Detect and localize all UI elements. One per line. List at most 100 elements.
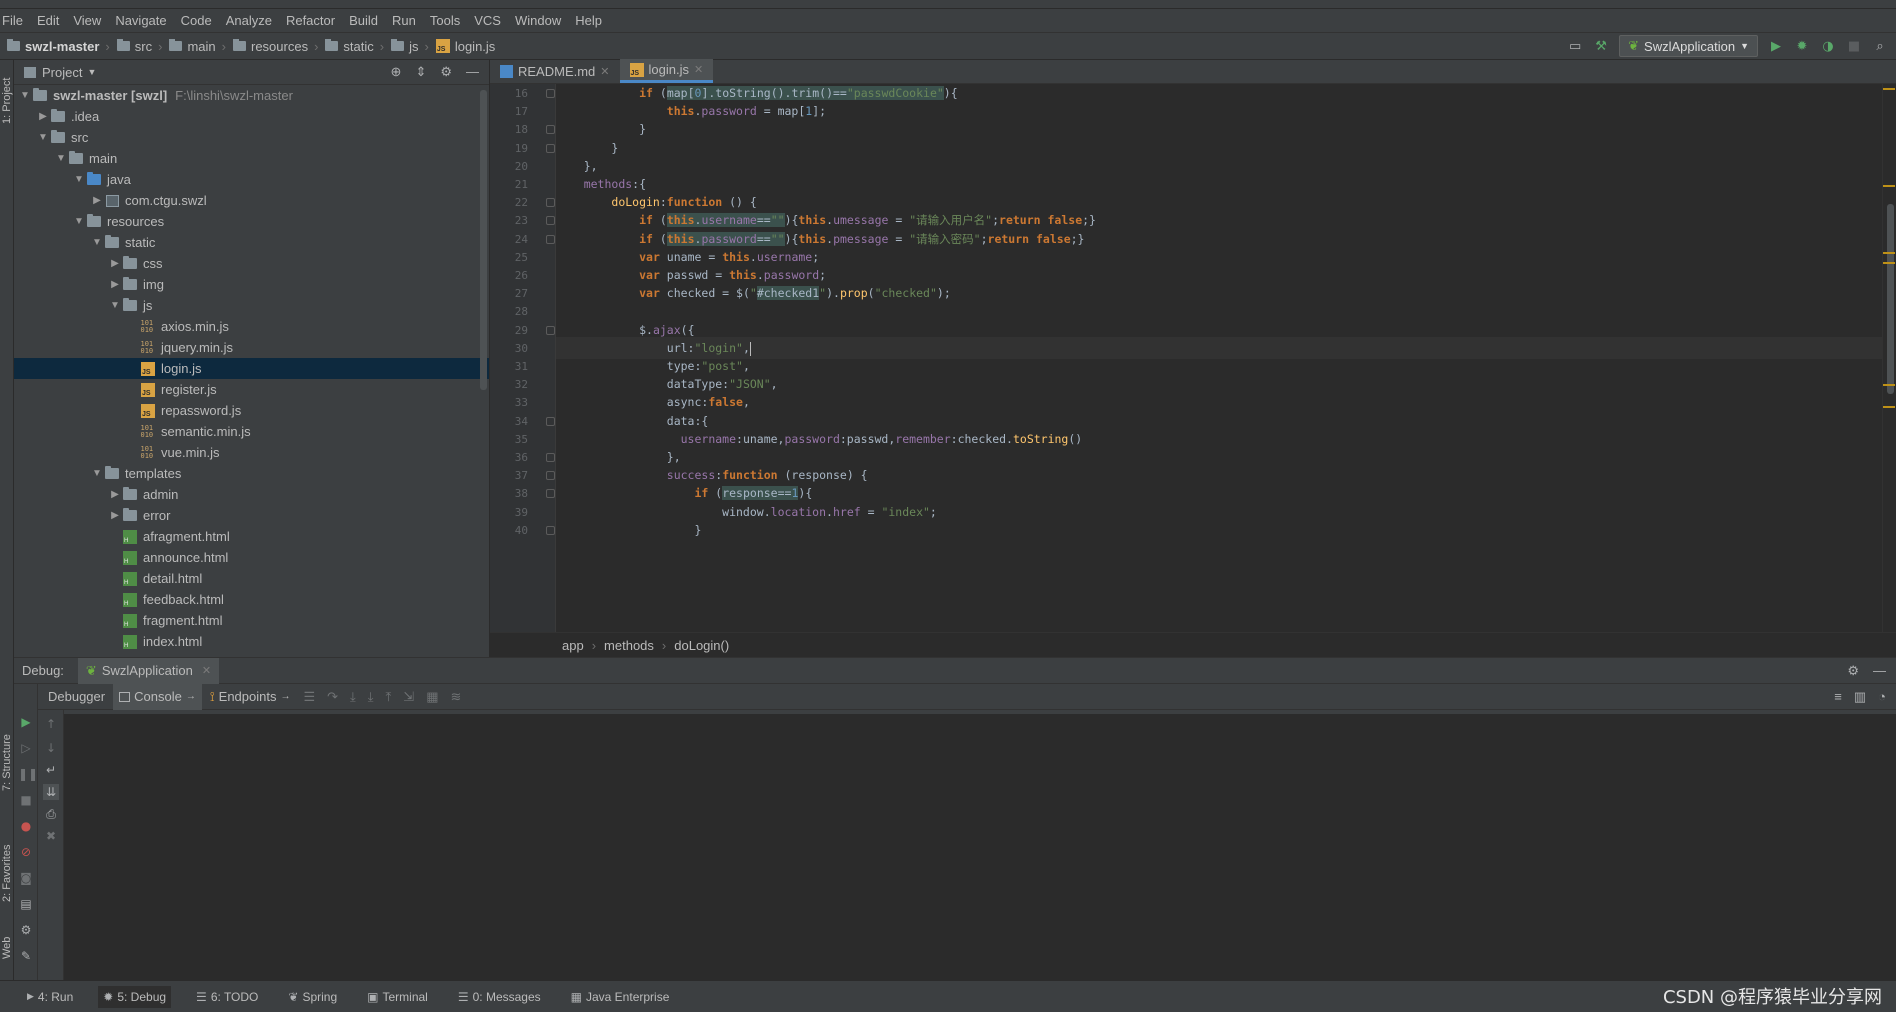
error-stripe-mark[interactable] bbox=[1883, 185, 1895, 187]
breadcrumb-file[interactable]: JS login.js bbox=[429, 39, 495, 54]
tab-login-js[interactable]: JS login.js ✕ bbox=[619, 59, 714, 83]
fold-marker-icon[interactable] bbox=[546, 144, 555, 153]
error-stripe-mark[interactable] bbox=[1883, 406, 1895, 408]
tool-debug[interactable]: ✹ 5: Debug bbox=[98, 985, 172, 1008]
tree-item[interactable]: Hindex.html bbox=[14, 631, 489, 652]
tree-item[interactable]: ▼ main bbox=[14, 148, 489, 169]
breadcrumb-project[interactable]: swzl-master › bbox=[0, 39, 110, 54]
console-output[interactable] bbox=[64, 714, 1896, 980]
menu-run[interactable]: Run bbox=[385, 13, 423, 28]
menu-build[interactable]: Build bbox=[342, 13, 385, 28]
chevron-right-icon[interactable]: ▶ bbox=[108, 279, 122, 290]
scrollbar-thumb[interactable] bbox=[1887, 204, 1894, 394]
menu-tools[interactable]: Tools bbox=[423, 13, 467, 28]
chevron-right-icon[interactable]: ▶ bbox=[108, 258, 122, 269]
fold-marker-icon[interactable] bbox=[546, 89, 555, 98]
chevron-down-icon[interactable]: ▼ bbox=[108, 300, 122, 311]
search-icon[interactable]: ⌕ bbox=[1872, 38, 1888, 54]
layout-icon[interactable]: ▥ bbox=[1854, 689, 1866, 705]
breadcrumb-static[interactable]: static › bbox=[318, 39, 384, 54]
chevron-down-icon[interactable]: ▼ bbox=[36, 132, 50, 143]
tree-item[interactable]: JS repassword.js bbox=[14, 400, 489, 421]
tool-window-favorites-tab[interactable]: 2: Favorites bbox=[0, 828, 14, 918]
run-config-selector[interactable]: ❦ SwzlApplication ▼ bbox=[1619, 35, 1758, 57]
error-stripe-mark[interactable] bbox=[1883, 252, 1895, 254]
scroll-to-end-icon[interactable]: ⇊ bbox=[43, 784, 59, 800]
soft-wrap-icon[interactable]: ↵ bbox=[43, 762, 59, 778]
collapse-all-icon[interactable]: ⇕ bbox=[415, 64, 426, 80]
rerun-icon[interactable]: ▶ bbox=[18, 714, 34, 730]
chevron-down-icon[interactable]: ▼ bbox=[90, 468, 104, 479]
menu-window[interactable]: Window bbox=[508, 13, 568, 28]
force-step-into-icon[interactable]: ⤓ bbox=[363, 689, 379, 705]
tree-item[interactable]: ▼ src bbox=[14, 127, 489, 148]
close-icon[interactable]: ✕ bbox=[600, 65, 609, 78]
tool-window-web-tab[interactable]: Web bbox=[0, 928, 14, 968]
tree-item[interactable]: ▼ java bbox=[14, 169, 489, 190]
code-crumb-dologin[interactable]: doLogin() bbox=[674, 638, 729, 653]
pin-icon[interactable]: ✎ bbox=[18, 948, 34, 964]
breadcrumb-resources[interactable]: resources › bbox=[226, 39, 318, 54]
tool-spring[interactable]: ❦ Spring bbox=[283, 986, 342, 1008]
close-icon[interactable]: ✕ bbox=[202, 664, 211, 677]
tree-item[interactable]: Hdetail.html bbox=[14, 568, 489, 589]
menu-lines-icon[interactable]: ≡ bbox=[1834, 689, 1842, 705]
tree-item[interactable]: Hannounce.html bbox=[14, 547, 489, 568]
tree-item[interactable]: JS register.js bbox=[14, 379, 489, 400]
print-icon[interactable]: ⎙ bbox=[43, 806, 59, 822]
code-line-current[interactable]: url:"login", bbox=[556, 337, 1896, 359]
tab-readme[interactable]: README.md ✕ bbox=[490, 59, 620, 83]
breadcrumb-src[interactable]: src › bbox=[110, 39, 162, 54]
chevron-right-icon[interactable]: ▶ bbox=[108, 510, 122, 521]
pause-icon[interactable]: ❚❚ bbox=[18, 766, 38, 782]
chevron-right-icon[interactable]: ▶ bbox=[90, 195, 104, 206]
tree-item[interactable]: Hafragment.html bbox=[14, 526, 489, 547]
error-stripe-mark[interactable] bbox=[1883, 384, 1895, 386]
fold-marker-icon[interactable] bbox=[546, 471, 555, 480]
evaluate-expression-icon[interactable]: ▦ bbox=[421, 689, 443, 705]
tree-item[interactable]: ▼ js bbox=[14, 295, 489, 316]
tool-java-enterprise[interactable]: ▦ Java Enterprise bbox=[566, 986, 675, 1008]
breadcrumb-main[interactable]: main › bbox=[162, 39, 226, 54]
tree-item[interactable]: JS login.js bbox=[14, 358, 489, 379]
arrow-up-icon[interactable]: ↑ bbox=[43, 716, 59, 732]
tree-item[interactable]: ▶ com.ctgu.swzl bbox=[14, 190, 489, 211]
stop-icon[interactable]: ■ bbox=[1846, 38, 1862, 54]
tree-item[interactable]: ▶ admin bbox=[14, 484, 489, 505]
breadcrumb-js[interactable]: js › bbox=[384, 39, 429, 54]
code-crumb-app[interactable]: app bbox=[562, 638, 584, 653]
debug-session-tab[interactable]: ❦ SwzlApplication ✕ bbox=[77, 657, 220, 684]
code-line[interactable]: } bbox=[556, 519, 701, 541]
error-stripe-mark[interactable] bbox=[1883, 88, 1895, 90]
tab-debugger[interactable]: Debugger bbox=[42, 684, 111, 710]
tool-window-structure-tab[interactable]: 7: Structure bbox=[0, 720, 14, 806]
chevron-right-icon[interactable]: ▶ bbox=[108, 489, 122, 500]
fold-marker-icon[interactable] bbox=[546, 526, 555, 535]
tree-item[interactable]: Hfeedback.html bbox=[14, 589, 489, 610]
fold-marker-icon[interactable] bbox=[546, 326, 555, 335]
minimize-icon[interactable]: — bbox=[1873, 663, 1886, 679]
build-hammer-icon[interactable]: ⚒ bbox=[1593, 38, 1609, 54]
chevron-down-icon[interactable]: ▼ bbox=[90, 237, 104, 248]
error-stripe-mark[interactable] bbox=[1883, 262, 1895, 264]
menu-edit[interactable]: Edit bbox=[30, 13, 66, 28]
fold-marker-icon[interactable] bbox=[546, 489, 555, 498]
gauge-icon[interactable]: ◔ bbox=[1878, 689, 1886, 705]
step-over-icon[interactable]: ↷ bbox=[322, 689, 343, 705]
debug-bug-icon[interactable]: ✹ bbox=[1794, 38, 1810, 54]
threads-list-icon[interactable]: ☰ bbox=[298, 689, 320, 705]
gear-icon[interactable]: ⚙ bbox=[440, 64, 452, 80]
tree-item[interactable]: 101 010 vue.min.js bbox=[14, 442, 489, 463]
run-icon[interactable]: ▶ bbox=[1768, 38, 1784, 54]
code-line[interactable]: var checked = $("#checked1").prop("check… bbox=[556, 282, 951, 304]
menu-file[interactable]: File bbox=[0, 13, 30, 28]
menu-refactor[interactable]: Refactor bbox=[279, 13, 342, 28]
tree-item[interactable]: ▶ error bbox=[14, 505, 489, 526]
fold-marker-icon[interactable] bbox=[546, 216, 555, 225]
layout-settings-icon[interactable]: ▤ bbox=[18, 896, 34, 912]
project-structure-icon[interactable]: ▭ bbox=[1567, 38, 1583, 54]
clear-trash-icon[interactable]: ✖ bbox=[43, 828, 59, 844]
project-scrollbar[interactable] bbox=[480, 90, 487, 390]
code-crumb-methods[interactable]: methods bbox=[604, 638, 654, 653]
fold-marker-icon[interactable] bbox=[546, 125, 555, 134]
